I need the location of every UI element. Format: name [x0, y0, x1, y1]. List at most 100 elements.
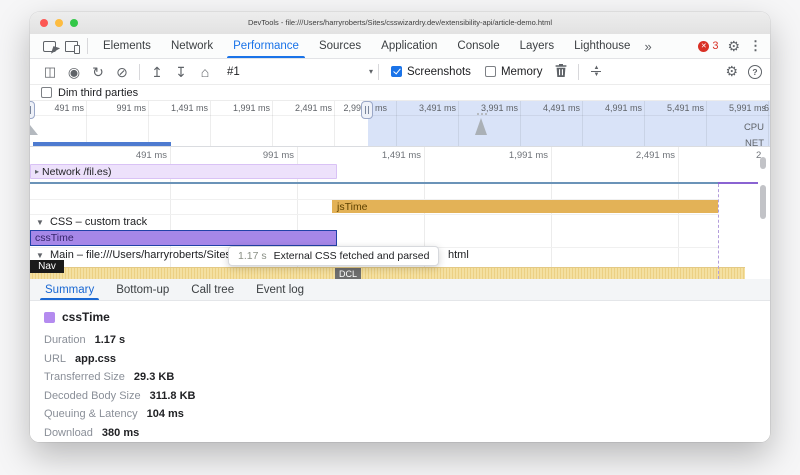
dim-third-parties-checkbox[interactable]: [41, 87, 52, 98]
overview-cpu-activity: [30, 125, 38, 135]
overview-tick-clipped: 2,99: [321, 103, 361, 113]
window-title: DevTools - file:///Users/harryroberts/Si…: [30, 12, 770, 34]
session-select-value: #1: [227, 66, 240, 78]
summary-row: Decoded Body Size311.8 KB: [44, 390, 756, 402]
tab-summary[interactable]: Summary: [34, 279, 105, 300]
timeline-detail[interactable]: 491 ms 991 ms 1,491 ms 1,991 ms 2,491 ms…: [30, 147, 770, 279]
home-icon[interactable]: ⌂: [193, 65, 217, 79]
overview-tick: 1,491 ms: [150, 103, 208, 113]
overview-tick: 491 ms: [30, 103, 84, 113]
network-track-bar[interactable]: ▸ Network /fil.es): [30, 164, 337, 179]
main-thread-activity-band[interactable]: [30, 267, 745, 279]
ruler-tick: 1,491 ms: [345, 150, 421, 161]
tab-event-log[interactable]: Event log: [245, 279, 315, 300]
summary-pane: cssTime Duration1.17 s URLapp.css Transf…: [30, 301, 770, 442]
chevron-down-icon: ▾: [369, 67, 373, 76]
more-tabs-chevron-icon[interactable]: »: [640, 39, 655, 54]
summary-row: Queuing & Latency104 ms: [44, 408, 756, 420]
css-track-title: CSS – custom track: [50, 216, 147, 228]
close-window-button[interactable]: [40, 19, 48, 27]
ruler-tick: 1,991 ms: [472, 150, 548, 161]
divider: [578, 64, 579, 80]
screenshots-toggle[interactable]: Screenshots: [391, 66, 471, 78]
main-track-title: Main – file:///Users/harryroberts/Sites/…: [50, 249, 250, 261]
memory-label: Memory: [501, 66, 543, 78]
record-button[interactable]: ◉: [62, 65, 86, 79]
marker-tooltip: 1.17 s External CSS fetched and parsed: [228, 246, 439, 266]
memory-toggle[interactable]: Memory: [485, 66, 543, 78]
devtools-tab-strip: Elements Network Performance Sources App…: [30, 34, 770, 59]
css-custom-track-header[interactable]: ▼ CSS – custom track: [36, 216, 147, 228]
minimize-window-button[interactable]: [55, 19, 63, 27]
tab-network[interactable]: Network: [161, 34, 223, 58]
overview-tick: 5,991 ms: [708, 103, 766, 113]
tab-call-tree[interactable]: Call tree: [180, 279, 245, 300]
zoom-window-button[interactable]: [70, 19, 78, 27]
ruler-tick: 2,491 ms: [599, 150, 675, 161]
clear-button[interactable]: ⊘: [110, 65, 134, 79]
error-badge[interactable]: ✕ 3: [698, 40, 718, 52]
overview-tick-clipped: ms: [375, 103, 391, 113]
settings-icon[interactable]: ⚙: [727, 38, 740, 55]
timeline-overview[interactable]: 491 ms 991 ms 1,491 ms 1,991 ms 2,491 ms…: [30, 100, 770, 147]
memory-checkbox[interactable]: [485, 66, 496, 77]
tab-lighthouse[interactable]: Lighthouse: [564, 34, 640, 58]
scrollbar-thumb[interactable]: [760, 185, 766, 219]
overview-tick: 5,491 ms: [646, 103, 704, 113]
tab-performance[interactable]: Performance: [223, 34, 309, 58]
overview-tick: 3,991 ms: [460, 103, 518, 113]
overview-tick-edge: 6: [764, 103, 770, 113]
network-track-label: Network: [42, 166, 81, 178]
inspect-element-icon[interactable]: [38, 36, 60, 56]
garbage-collect-icon[interactable]: [549, 64, 573, 79]
capture-settings-icon[interactable]: ⚙: [725, 63, 738, 80]
overview-tick: 4,991 ms: [584, 103, 642, 113]
toggle-sidebar-icon[interactable]: ◫: [38, 65, 62, 78]
disclosure-closed-icon[interactable]: ▸: [35, 167, 39, 176]
devtools-window: DevTools - file:///Users/harryroberts/Si…: [30, 12, 770, 442]
main-track-title-tail: html: [448, 249, 469, 261]
csstime-color-swatch: [44, 312, 55, 323]
main-track-header[interactable]: ▼ Main – file:///Users/harryroberts/Site…: [36, 249, 250, 261]
tab-elements[interactable]: Elements: [93, 34, 161, 58]
help-icon[interactable]: ?: [748, 65, 762, 79]
session-select[interactable]: #1 ▾: [227, 66, 373, 78]
scrollbar-thumb[interactable]: [760, 157, 766, 169]
screenshots-checkbox[interactable]: [391, 66, 402, 77]
ruler-tick: 991 ms: [218, 150, 294, 161]
csstime-label: cssTime: [35, 232, 74, 244]
dim-third-parties-row: Dim third parties: [30, 85, 770, 100]
device-toolbar-icon[interactable]: [60, 36, 82, 56]
tab-sources[interactable]: Sources: [309, 34, 371, 58]
kebab-menu-icon[interactable]: ⋮: [749, 38, 762, 54]
tab-application[interactable]: Application: [371, 34, 447, 58]
details-tab-bar: Summary Bottom-up Call tree Event log: [30, 279, 770, 301]
tooltip-duration: 1.17 s: [238, 250, 267, 262]
tab-layers[interactable]: Layers: [510, 34, 565, 58]
overview-left-handle[interactable]: [30, 101, 35, 119]
screenshots-label: Screenshots: [407, 66, 471, 78]
upload-profile-icon[interactable]: ↥: [145, 65, 169, 79]
divider: [87, 38, 88, 54]
disclosure-open-icon[interactable]: ▼: [36, 251, 44, 260]
title-bar: DevTools - file:///Users/harryroberts/Si…: [30, 12, 770, 35]
jstime-marker-bar[interactable]: jsTime: [332, 200, 718, 213]
ruler-tick: 491 ms: [91, 150, 167, 161]
dim-third-parties-label: Dim third parties: [58, 87, 138, 99]
traffic-lights: [40, 19, 78, 27]
network-section-divider: [30, 182, 718, 184]
overview-right-handle[interactable]: [361, 101, 373, 119]
network-request-text: /fil.es): [83, 166, 111, 178]
overview-cpu-activity: [475, 118, 487, 135]
overview-tick: 4,491 ms: [522, 103, 580, 113]
tab-console[interactable]: Console: [447, 34, 509, 58]
csstime-marker-bar-selected[interactable]: cssTime: [30, 230, 337, 246]
dcl-marker-line: [718, 184, 719, 279]
collapse-tracks-icon[interactable]: ▲▼: [584, 66, 608, 78]
tab-bottom-up[interactable]: Bottom-up: [105, 279, 180, 300]
overview-network-activity: [33, 142, 171, 146]
reload-and-record-button[interactable]: ↻: [86, 65, 110, 79]
disclosure-open-icon[interactable]: ▼: [36, 218, 44, 227]
summary-row: Download380 ms: [44, 427, 756, 439]
download-profile-icon[interactable]: ↧: [169, 65, 193, 79]
